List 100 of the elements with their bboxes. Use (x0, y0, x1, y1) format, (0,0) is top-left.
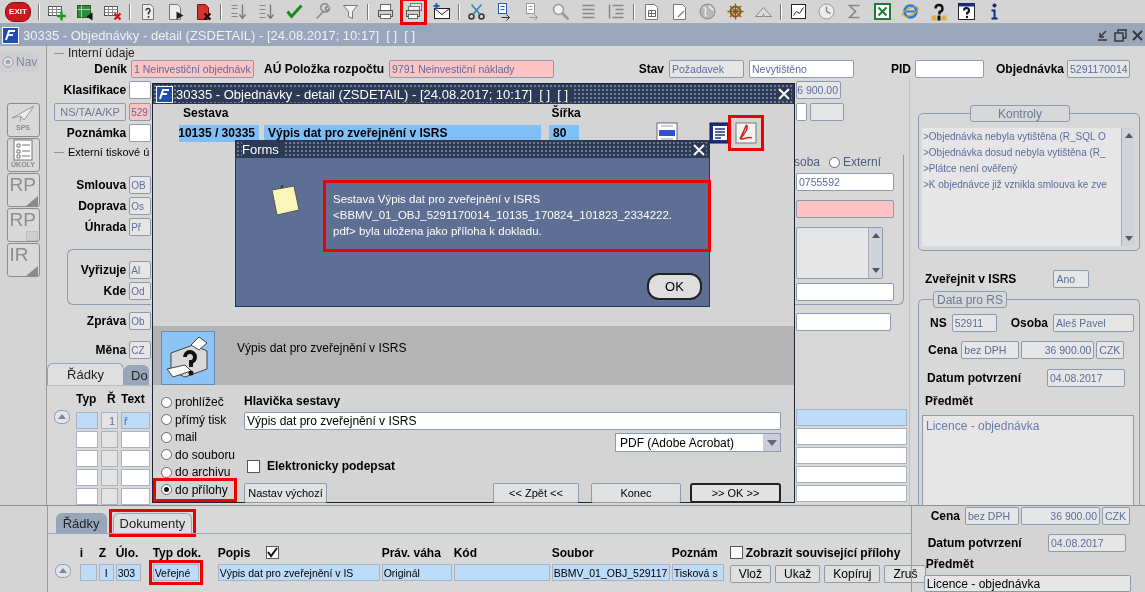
input-field[interactable]: 5291170014 (1067, 60, 1130, 78)
document-table-icon[interactable] (642, 2, 661, 21)
ns-button[interactable]: NS/TA/A/KP (54, 103, 127, 121)
input-field[interactable] (129, 124, 151, 142)
scroll-up-button[interactable] (54, 564, 71, 578)
input-field[interactable] (915, 60, 984, 78)
radio-option[interactable]: do souboru (157, 446, 236, 463)
text-area[interactable]: Licence - objednávka (922, 415, 1134, 505)
funnel-icon[interactable] (341, 2, 360, 21)
checkbox[interactable] (247, 459, 260, 473)
input-field[interactable] (129, 81, 151, 99)
radio-option[interactable]: prohlížeč (157, 394, 224, 411)
action-button[interactable]: Vlož (729, 565, 771, 583)
document-pencil-icon[interactable] (670, 2, 689, 21)
input-field[interactable]: 52911 (951, 313, 997, 332)
list-item[interactable]: >Objednávka dosud nebyla vytištěna (R_ (923, 145, 1120, 161)
curl-document-icon[interactable] (735, 122, 757, 144)
input-field[interactable]: CZ (129, 341, 151, 359)
scrollbar[interactable] (1121, 128, 1135, 246)
input-field[interactable]: OB (129, 176, 151, 194)
input-field[interactable]: Licence - objednávka (923, 575, 1131, 592)
envelope-plus-icon[interactable] (432, 2, 451, 21)
input-field[interactable]: 9791 Neinvestiční náklady (389, 60, 554, 78)
chart-icon[interactable] (789, 2, 808, 21)
document-icon[interactable] (709, 122, 731, 144)
action-button[interactable]: Ukaž (775, 565, 821, 583)
clock-icon[interactable] (817, 2, 836, 21)
input-field[interactable]: Požadavek (669, 60, 744, 78)
nav-button[interactable]: Nav (0, 52, 40, 72)
action-button[interactable]: Kopíruj (824, 565, 881, 583)
dialog-button[interactable]: Konec (591, 483, 681, 503)
format-dropdown[interactable]: PDF (Adobe Acrobat) (615, 433, 781, 452)
input-field[interactable] (810, 103, 844, 121)
restore-icon[interactable] (1114, 28, 1127, 42)
scroll-up-button[interactable] (53, 410, 70, 424)
input-field[interactable] (796, 200, 894, 218)
radio-button[interactable] (161, 484, 172, 496)
tab[interactable]: Dokumenty (112, 513, 193, 533)
checkbox[interactable] (729, 546, 743, 559)
dialog-button[interactable]: >> OK >> (690, 483, 781, 503)
nav-button[interactable]: IR (6, 243, 40, 277)
list-item[interactable]: >K objednávce již vznikla smlouva ke zve (923, 177, 1120, 193)
dialog-button[interactable]: Nastav výchozí (244, 483, 327, 503)
list-item[interactable]: >Plátce není ověřený (923, 161, 1120, 177)
document-cross-icon[interactable] (194, 2, 213, 21)
radio-option[interactable]: do přílohy (157, 481, 228, 498)
scissors-icon[interactable] (467, 2, 486, 21)
minimize-icon[interactable] (1096, 28, 1109, 42)
input-field[interactable]: Nevytištěno (749, 60, 854, 78)
check-icon[interactable] (285, 2, 304, 21)
nav-button[interactable]: RP (6, 208, 40, 242)
close-icon[interactable] (1132, 28, 1143, 42)
radio-button[interactable] (161, 449, 172, 461)
input-field[interactable]: Os (129, 197, 151, 215)
input-field[interactable]: Výpis dat pro zveřejnění v ISRS (244, 412, 781, 430)
exit-button[interactable]: EXIT (5, 1, 31, 22)
radio-button[interactable] (161, 466, 172, 478)
ship-wheel-icon[interactable] (726, 2, 745, 21)
input-field[interactable]: 04.08.2017 (1047, 368, 1125, 387)
input-field[interactable]: Ano (1053, 269, 1090, 288)
input-field[interactable]: CZK (1102, 506, 1130, 525)
globe-icon[interactable] (698, 2, 717, 21)
help-window-icon[interactable] (957, 2, 976, 21)
input-field[interactable]: Ob (129, 312, 151, 330)
input-field[interactable]: 6 900.00 (796, 81, 841, 99)
dialog-button[interactable]: << Zpět << (493, 483, 579, 503)
input-field[interactable]: 1 Neinvestiční objednávk (131, 60, 254, 78)
input-field[interactable]: Al (129, 261, 151, 279)
spreadsheet-icon[interactable] (873, 2, 892, 21)
radio-button[interactable] (161, 396, 172, 408)
radio-option[interactable]: mail (157, 429, 197, 446)
input-field[interactable]: 04.08.2017 (1048, 533, 1126, 552)
radio-button[interactable] (161, 414, 172, 426)
checkbox[interactable] (266, 546, 280, 559)
input-field[interactable]: bez DPH (961, 340, 1020, 359)
tab[interactable]: Řádky (47, 363, 124, 385)
radio-button[interactable] (161, 431, 172, 443)
scrollbar[interactable] (868, 228, 882, 278)
tab[interactable]: Řádky (55, 513, 107, 533)
nav-button[interactable]: RP (6, 173, 40, 207)
input-field[interactable]: 529 (129, 103, 151, 121)
input-field[interactable]: bez DPH (965, 506, 1019, 525)
input-field[interactable] (796, 103, 807, 121)
help-icon[interactable] (929, 2, 948, 21)
table-arrow-icon[interactable] (75, 2, 94, 21)
tab[interactable]: Do (124, 365, 149, 385)
search-icon[interactable] (551, 2, 570, 21)
list-item[interactable]: >Objednávka nebyla vytištěna (R_SQL O (923, 129, 1120, 145)
printer-icon[interactable] (376, 2, 395, 21)
input-field[interactable]: Př (129, 218, 151, 236)
input-field[interactable]: Od (129, 282, 151, 300)
input-field[interactable] (796, 283, 894, 301)
browser-icon[interactable] (901, 2, 920, 21)
action-button[interactable]: Zruš (884, 565, 927, 583)
radio-option[interactable]: do archivu (157, 464, 231, 481)
radio-button[interactable] (829, 156, 840, 168)
input-field[interactable]: 0755592 (796, 173, 894, 191)
input-field[interactable]: CZK (1096, 340, 1125, 359)
radio-option[interactable]: přímý tisk (157, 411, 227, 428)
input-field[interactable]: Aleš Pavel (1053, 313, 1134, 332)
